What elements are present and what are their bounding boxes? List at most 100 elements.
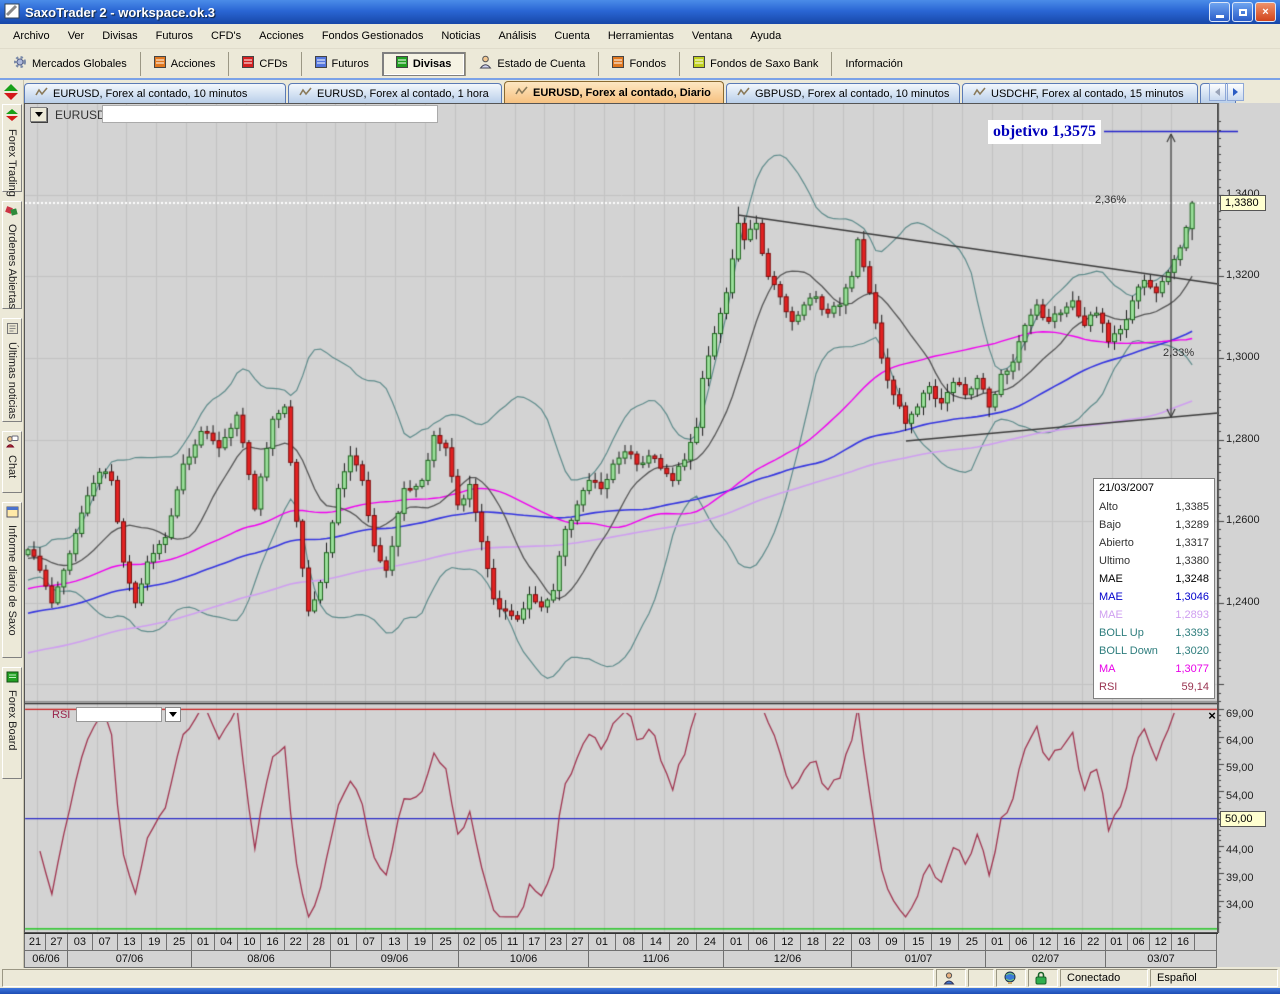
symbol-search-input[interactable]: [102, 105, 438, 123]
day-cell: 13: [118, 934, 143, 951]
menu-item-fondos-gestionados[interactable]: Fondos Gestionados: [313, 24, 433, 49]
rsi-settings-input[interactable]: [76, 707, 162, 722]
toolbar-button-estado-de-cuenta[interactable]: Estado de Cuenta: [465, 52, 598, 76]
status-bar: Conectado Español: [0, 968, 1280, 988]
day-cell: 06: [749, 934, 775, 951]
chart-tab-eurusd-forex-al-contado-10-minutos[interactable]: EURUSD, Forex al contado, 10 minutos: [24, 83, 286, 103]
toolbar-button-divisas[interactable]: Divisas: [382, 52, 466, 76]
day-cell: 10: [238, 934, 261, 951]
day-cell: 01: [1106, 934, 1128, 951]
restore-button[interactable]: [1232, 2, 1253, 22]
pct-lower-label: 2,33%: [1163, 347, 1194, 359]
person-icon: [943, 972, 955, 985]
info-box-date: 21/03/2007: [1094, 479, 1214, 499]
menu-item-ver[interactable]: Ver: [59, 24, 94, 49]
day-cell: 11: [502, 934, 524, 951]
menu-item-noticias[interactable]: Noticias: [432, 24, 489, 49]
toolbar-button-label: Información: [845, 58, 902, 70]
price-tick-1-2600: 1,2600: [1226, 514, 1280, 526]
forex-board-icon: [6, 671, 19, 686]
chart-tab-label: USDCHF, Forex al contado, 15 minutos: [991, 88, 1184, 100]
day-cell: 18: [801, 934, 827, 951]
toolbar-button-fondos-de-saxo-bank[interactable]: Fondos de Saxo Bank: [679, 52, 831, 76]
toolbar-button-label: CFDs: [259, 58, 287, 70]
rsi-tick-59: 59,00: [1226, 762, 1280, 774]
chart-tab-gbpusd-forex-al-contado-10-minutos[interactable]: GBPUSD, Forex al contado, 10 minutos: [726, 83, 960, 103]
day-cell: 01: [589, 934, 616, 951]
rsi-close-button[interactable]: ×: [1205, 709, 1219, 723]
chart-tab-label: EURUSD, Forex al contado, 10 minutos: [53, 88, 247, 100]
price-tick-1-3200: 1,3200: [1226, 269, 1280, 281]
month-cell-06-06: 06/06: [24, 951, 68, 968]
menu-item-herramientas[interactable]: Herramientas: [599, 24, 683, 49]
left-sidebar: Forex Trading Ordenes Abiertas Últimas not…: [0, 80, 24, 968]
tab-scroll-left-button[interactable]: [1209, 83, 1226, 101]
toolbar-button-futuros[interactable]: Futuros: [301, 52, 382, 76]
menu-item-futuros[interactable]: Futuros: [147, 24, 202, 49]
menu-item-cfd-s[interactable]: CFD's: [202, 24, 250, 49]
sidebar-item-forex-board[interactable]: Forex Board: [2, 667, 22, 779]
day-cell: 02: [459, 934, 481, 951]
report-icon: [6, 506, 19, 521]
close-button[interactable]: ×: [1255, 2, 1276, 22]
sidebar-item-chat[interactable]: Chat: [2, 431, 22, 493]
minimize-button[interactable]: [1209, 2, 1230, 22]
tab-scroll-right-button[interactable]: [1227, 83, 1244, 101]
price-chart-canvas[interactable]: [24, 103, 1280, 933]
toolbar-button-label: Estado de Cuenta: [497, 58, 585, 70]
language-selector[interactable]: Español: [1150, 969, 1278, 987]
day-cell: 08: [616, 934, 643, 951]
rsi-tick-39: 39,00: [1226, 872, 1280, 884]
day-cell: 22: [285, 934, 308, 951]
chart-icon: [973, 87, 986, 100]
chart-tab-label: EURUSD, Forex al contado, Diario: [533, 87, 711, 99]
fx-icon: [396, 56, 408, 71]
connection-status: Conectado: [1060, 969, 1148, 987]
menu-item-ana-lisis[interactable]: Análisis: [489, 24, 545, 49]
info-row-boll-down: BOLL Down1,3020: [1094, 643, 1214, 661]
chart-tab-eurusd-forex-al-contado-1-hora[interactable]: EURUSD, Forex al contado, 1 hora: [288, 83, 502, 103]
menu-item-cuenta[interactable]: Cuenta: [545, 24, 598, 49]
month-cell-02-07: 02/07: [986, 951, 1106, 968]
rsi-dropdown-button[interactable]: [165, 707, 181, 722]
chart-tab-usdchf-forex-al-contado-15-minutos[interactable]: USDCHF, Forex al contado, 15 minutos: [962, 83, 1198, 103]
account-icon: [479, 55, 492, 72]
day-cell: 13: [382, 934, 408, 951]
day-cell: 23: [546, 934, 568, 951]
sidebar-item-forex-trading[interactable]: Forex Trading: [2, 104, 22, 192]
day-cell: 21: [24, 934, 46, 951]
menu-item-ventana[interactable]: Ventana: [683, 24, 741, 49]
toolbar-button-fondos[interactable]: Fondos: [598, 52, 679, 76]
info-row-mae: MAE1,3046: [1094, 589, 1214, 607]
day-cell: 25: [959, 934, 986, 951]
sidebar-item-label: Forex Trading: [6, 129, 18, 197]
day-cell: 12: [1034, 934, 1058, 951]
ohlc-info-box: 21/03/2007Alto1,3385Bajo1,3289Abierto1,3…: [1093, 478, 1215, 699]
sidebar-item-u-ltimas-noticias[interactable]: Últimas noticias: [2, 318, 22, 422]
menu-item-archivo[interactable]: Archivo: [4, 24, 59, 49]
arrow-left-icon: [1215, 88, 1220, 96]
menu-item-acciones[interactable]: Acciones: [250, 24, 313, 49]
symbol-dropdown-button[interactable]: [30, 107, 47, 122]
last-price-badge: 1,3380: [1220, 195, 1266, 211]
symbol-label: EURUSD: [55, 108, 106, 122]
menu-item-divisas[interactable]: Divisas: [93, 24, 146, 49]
globe-gear-icon: [13, 55, 27, 72]
day-cell: 25: [167, 934, 192, 951]
chart-icon: [299, 87, 312, 100]
day-cell: 19: [142, 934, 167, 951]
sidebar-item-ordenes-abiertas[interactable]: Ordenes Abiertas: [2, 201, 22, 309]
toolbar-button-informacio-n[interactable]: Información: [831, 52, 915, 76]
sidebar-item-informe-diario-de-saxo[interactable]: Informe diario de Saxo: [2, 502, 22, 658]
menu-item-ayuda[interactable]: Ayuda: [741, 24, 790, 49]
status-network-cell: [996, 969, 1026, 987]
info-row-bajo: Bajo1,3289: [1094, 517, 1214, 535]
toolbar-button-acciones[interactable]: Acciones: [140, 52, 229, 76]
day-cell: 07: [357, 934, 383, 951]
chart-tab-eurusd-forex-al-contado-diario[interactable]: EURUSD, Forex al contado, Diario: [504, 81, 724, 103]
pct-upper-label: 2,36%: [1095, 194, 1126, 206]
day-cell: 06: [1128, 934, 1150, 951]
toolbar-button-cfds[interactable]: CFDs: [228, 52, 300, 76]
chevron-down-icon: [169, 712, 177, 717]
toolbar-button-mercados-globales[interactable]: Mercados Globales: [0, 52, 140, 76]
